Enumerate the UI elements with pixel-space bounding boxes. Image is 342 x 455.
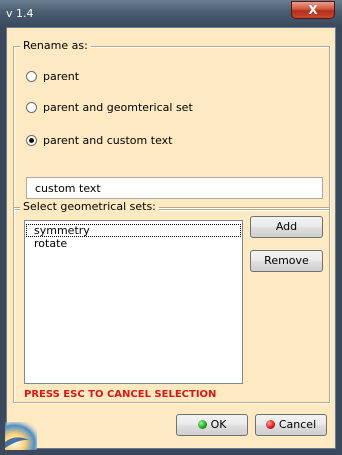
custom-text-input[interactable]: [26, 177, 323, 199]
rename-group: Rename as: parent parent and geomterical…: [13, 39, 330, 210]
cancel-button-label: Cancel: [278, 418, 317, 431]
window-title: v 1.4: [6, 7, 34, 20]
close-icon: X: [308, 3, 318, 17]
dialog-client-area: Rename as: parent parent and geomterical…: [5, 27, 336, 450]
ok-button[interactable]: OK: [176, 414, 248, 436]
close-button[interactable]: X: [291, 1, 335, 19]
rename-group-legend: Rename as:: [20, 39, 91, 52]
title-bar[interactable]: v 1.4 X: [0, 0, 342, 25]
cancel-button[interactable]: Cancel: [255, 414, 327, 436]
add-button[interactable]: Add: [250, 216, 323, 238]
list-item[interactable]: rotate: [25, 237, 242, 250]
radio-parent-and-geometrical-set-indicator[interactable]: [26, 102, 37, 113]
radio-parent-and-custom-text-label: parent and custom text: [43, 134, 173, 147]
radio-parent-and-custom-text-indicator[interactable]: [26, 135, 37, 146]
geometrical-sets-group: Select geometrical sets: symmetry rotate…: [13, 200, 330, 403]
remove-button[interactable]: Remove: [250, 250, 323, 272]
dialog-window: v 1.4 X Rename as: parent parent and geo…: [0, 0, 342, 455]
radio-parent[interactable]: parent: [26, 70, 79, 83]
geometrical-sets-list[interactable]: symmetry rotate: [24, 220, 243, 384]
app-logo-icon: [5, 422, 37, 450]
radio-parent-and-custom-text[interactable]: parent and custom text: [26, 134, 172, 147]
geometrical-sets-group-legend: Select geometrical sets:: [20, 200, 159, 213]
ok-button-label: OK: [210, 418, 227, 431]
cancel-selection-warning: PRESS ESC TO CANCEL SELECTION: [24, 389, 217, 400]
red-dot-icon: [265, 420, 275, 429]
green-dot-icon: [197, 420, 207, 429]
radio-parent-and-geometrical-set-label: parent and geomterical set: [43, 101, 193, 114]
radio-parent-label: parent: [43, 70, 80, 83]
radio-parent-indicator[interactable]: [26, 71, 37, 82]
list-item[interactable]: symmetry: [26, 224, 241, 237]
radio-parent-and-geometrical-set[interactable]: parent and geomterical set: [26, 101, 193, 114]
